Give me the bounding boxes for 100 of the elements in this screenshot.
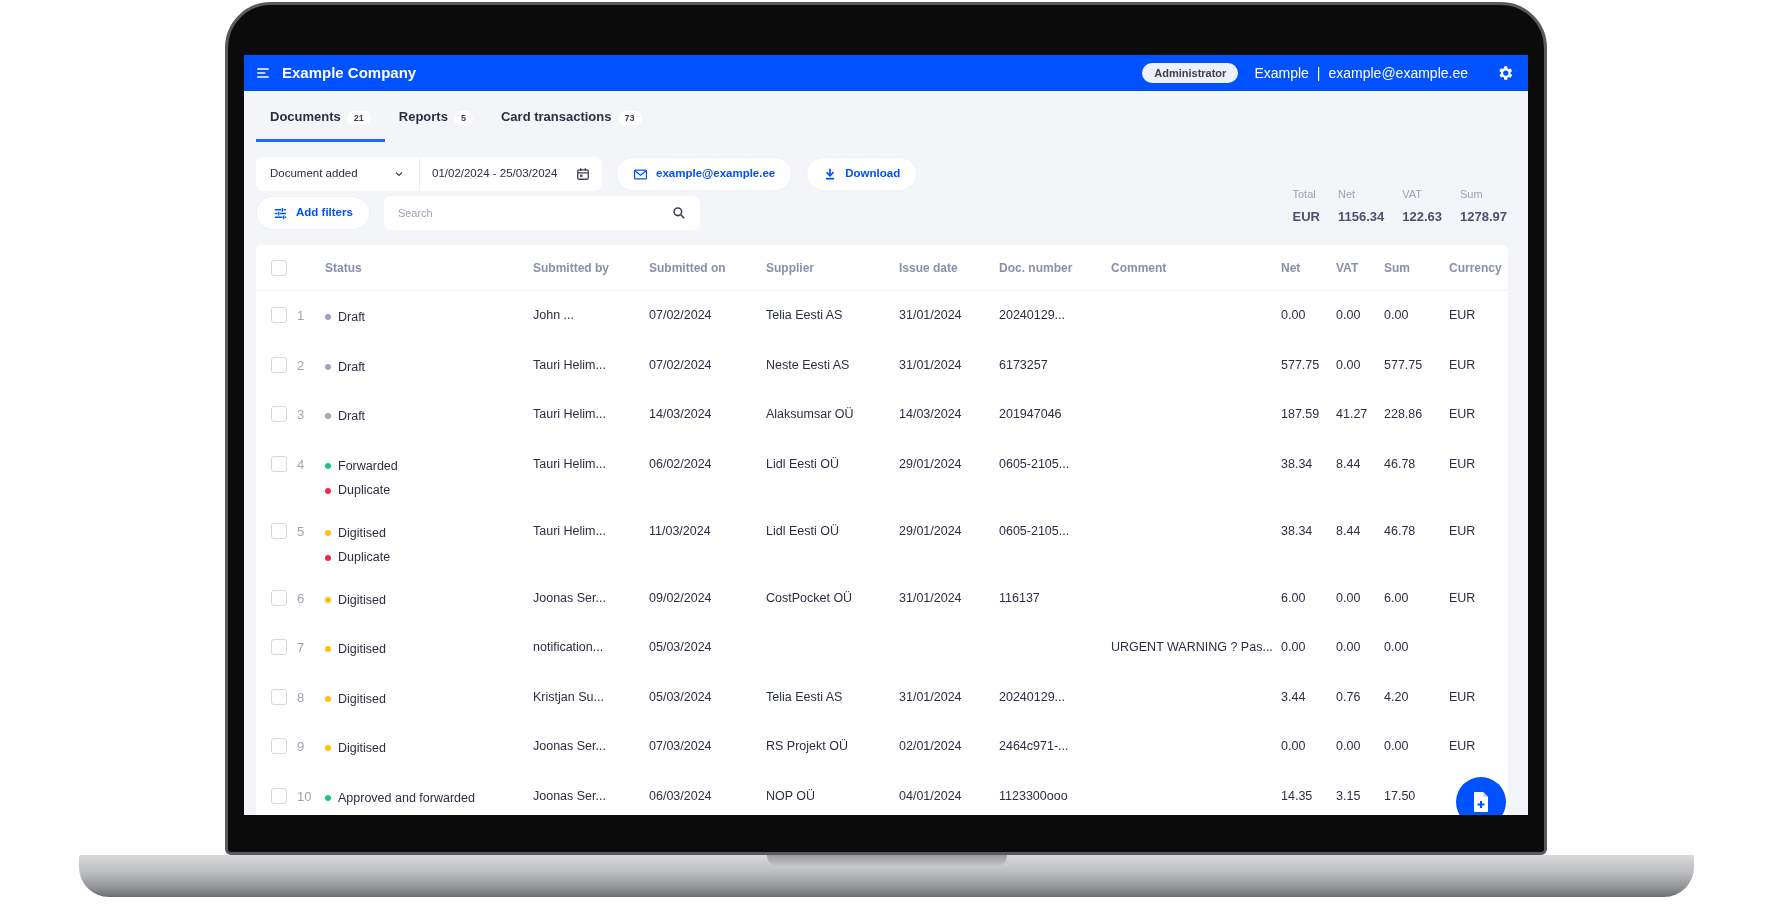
table-cell: John ... — [533, 308, 574, 322]
table-cell: 46.78 — [1384, 456, 1416, 471]
table-cell: 4.20 — [1384, 689, 1409, 704]
row-checkbox[interactable] — [271, 589, 287, 606]
table-cell: 0.00 — [1336, 739, 1361, 753]
total-label: VAT — [1402, 187, 1423, 202]
tab[interactable]: Documents 21 — [256, 101, 385, 142]
count-badge: 73 — [617, 111, 642, 125]
table-cell: 06/02/2024 — [649, 456, 712, 471]
table-cell: notification... — [533, 640, 604, 654]
table-cell: 41.27 — [1336, 407, 1368, 421]
table-cell: 14/03/2024 — [899, 407, 962, 421]
table-cell: 0.00 — [1281, 739, 1306, 753]
email-button[interactable]: example@example.ee — [616, 157, 793, 191]
table-cell: 20240129... — [999, 308, 1066, 322]
status-label: Duplicate — [338, 482, 391, 500]
table-cell: URGENT WARNING ? Pas... — [1111, 640, 1273, 654]
row-number: 10 — [297, 788, 312, 804]
table-cell: 46.78 — [1384, 523, 1416, 538]
row-number: 9 — [297, 739, 305, 754]
row-number: 4 — [297, 456, 305, 472]
table-cell: 06/03/2024 — [649, 788, 712, 803]
tab[interactable]: Reports 5 — [384, 101, 487, 142]
row-checkbox[interactable] — [271, 639, 287, 655]
search-field[interactable]: Search — [383, 196, 700, 230]
table-cell: 0.00 — [1384, 739, 1409, 753]
table-cell: 11/03/2024 — [649, 523, 711, 538]
table-cell: 07/02/2024 — [649, 357, 712, 372]
total-value: 122.63 — [1402, 207, 1442, 226]
row-checkbox[interactable] — [271, 307, 287, 323]
table-cell: 6.00 — [1281, 590, 1306, 605]
table-cell: 1123300ooo — [999, 788, 1068, 803]
date-range-field[interactable]: 01/02/2024 - 25/03/2024 — [420, 157, 602, 191]
select-all-checkbox[interactable] — [271, 260, 287, 276]
column-header: Submitted on — [649, 260, 726, 275]
row-checkbox[interactable] — [271, 787, 287, 804]
status-label: Digitised — [338, 641, 386, 658]
status-label: Duplicate — [338, 549, 391, 567]
table-cell: 07/02/2024 — [649, 308, 712, 322]
table-cell: 05/03/2024 — [649, 689, 712, 704]
table-cell: 38.34 — [1281, 523, 1313, 538]
table-cell: EUR — [1449, 689, 1476, 704]
row-checkbox[interactable] — [271, 522, 287, 539]
table-cell: RS Projekt OÜ — [766, 739, 848, 753]
table-cell: 14/03/2024 — [649, 407, 712, 421]
table-cell: 29/01/2024 — [899, 456, 962, 471]
tab[interactable]: Card transactions 73 — [486, 101, 656, 142]
status-label: Draft — [338, 309, 366, 326]
row-number: 1 — [297, 308, 305, 323]
column-header: VAT — [1336, 260, 1359, 275]
total-value: EUR — [1292, 207, 1320, 226]
table-cell: 31/01/2024 — [899, 308, 962, 322]
search-icon[interactable] — [671, 206, 686, 220]
table-cell: 0605-2105... — [999, 523, 1070, 538]
table-cell: Lidl Eesti OÜ — [766, 523, 839, 538]
table-cell: Alaksumsar OÜ — [766, 407, 854, 421]
row-number: 7 — [297, 640, 305, 655]
date-type-dropdown[interactable]: Document added — [256, 157, 420, 191]
status-label: Digitised — [338, 524, 386, 542]
row-checkbox[interactable] — [271, 455, 287, 472]
table-cell: 0.00 — [1384, 640, 1409, 654]
table-cell: Joonas Ser... — [533, 788, 606, 803]
status-label: Approved and forwarded — [338, 789, 475, 807]
row-number: 2 — [297, 357, 305, 373]
table-cell: 05/03/2024 — [649, 640, 712, 654]
column-header: Currency — [1449, 260, 1502, 275]
total-label: Sum — [1460, 187, 1484, 202]
table-cell: Kristjan Su... — [533, 689, 604, 704]
total-value: 1156.34 — [1337, 207, 1385, 226]
status-label: Digitised — [338, 740, 386, 757]
row-checkbox[interactable] — [271, 356, 287, 373]
status-label: Digitised — [338, 690, 386, 708]
sliders-icon — [273, 205, 288, 221]
table-cell: Tauri Helim... — [533, 456, 606, 471]
menu-icon[interactable] — [256, 66, 270, 80]
add-filters-button[interactable]: Add filters — [256, 196, 370, 230]
table-cell: 31/01/2024 — [899, 357, 962, 372]
table-cell: Joonas Ser... — [533, 739, 606, 753]
table-cell: EUR — [1449, 407, 1476, 421]
row-number: 5 — [297, 523, 305, 539]
table-cell: 577.75 — [1384, 357, 1423, 372]
table-cell: 0.00 — [1336, 640, 1361, 654]
row-checkbox[interactable] — [271, 406, 287, 422]
column-header: Supplier — [766, 260, 814, 275]
table-cell: 0605-2105... — [999, 456, 1070, 471]
table-cell: 6173257 — [999, 357, 1048, 372]
status-label: Draft — [338, 358, 366, 376]
row-checkbox[interactable] — [271, 738, 287, 754]
row-checkbox[interactable] — [271, 688, 287, 705]
table-cell: Tauri Helim... — [533, 523, 606, 538]
row-number: 3 — [297, 407, 305, 422]
table-cell: Telia Eesti AS — [766, 689, 843, 704]
table-cell: Tauri Helim... — [533, 357, 606, 372]
table-cell: 38.34 — [1281, 456, 1313, 471]
count-badge: 5 — [453, 111, 473, 125]
table-cell: 116137 — [999, 590, 1040, 605]
table-cell: 577.75 — [1281, 357, 1320, 372]
role-badge: Administrator — [1142, 62, 1239, 84]
row-number: 6 — [297, 590, 305, 606]
download-button[interactable]: Download — [806, 157, 918, 191]
